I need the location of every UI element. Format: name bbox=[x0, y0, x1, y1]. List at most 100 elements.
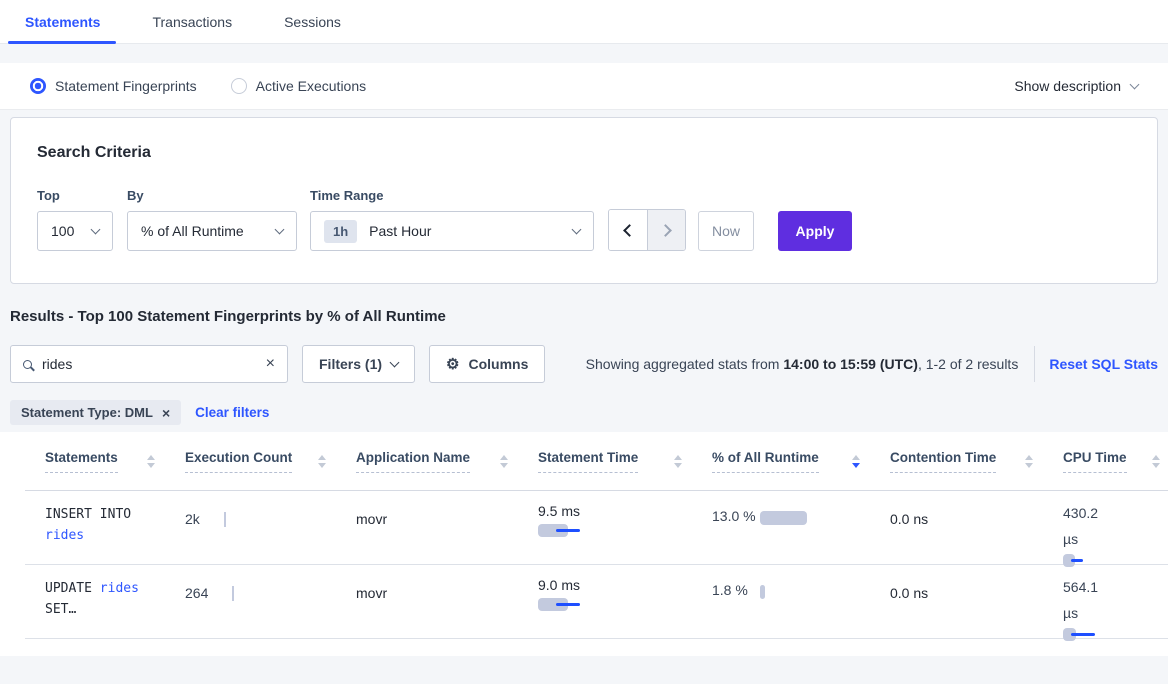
radio-selected-icon bbox=[30, 78, 46, 94]
cpu-time-bar bbox=[1063, 554, 1168, 568]
radio-active-executions[interactable]: Active Executions bbox=[231, 78, 367, 94]
vertical-divider bbox=[1034, 346, 1035, 382]
by-label: By bbox=[127, 188, 297, 203]
remove-filter-icon[interactable]: × bbox=[162, 406, 170, 420]
statement-time-bar bbox=[538, 524, 702, 538]
table-header-row: Statements Execution Count Application N… bbox=[25, 432, 1168, 491]
radio-unselected-icon bbox=[231, 78, 247, 94]
sort-toggle[interactable] bbox=[500, 455, 508, 468]
filters-button-label: Filters (1) bbox=[319, 356, 382, 372]
results-controls-row: × Filters (1) ⚙ Columns Showing aggregat… bbox=[10, 345, 1158, 383]
stats-time-range: 14:00 to 15:59 (UTC) bbox=[783, 356, 918, 372]
cpu-time-cell: 564.1 µs bbox=[1063, 565, 1168, 642]
statement-link[interactable]: rides bbox=[45, 528, 84, 543]
columns-button[interactable]: ⚙ Columns bbox=[429, 345, 545, 383]
sort-toggle[interactable] bbox=[1152, 455, 1160, 468]
column-header-pct-of-all-runtime[interactable]: % of All Runtime bbox=[712, 432, 890, 490]
filters-button[interactable]: Filters (1) bbox=[302, 345, 415, 383]
application-name-cell: movr bbox=[356, 565, 538, 642]
now-button[interactable]: Now bbox=[698, 211, 754, 251]
search-criteria-title: Search Criteria bbox=[37, 144, 1131, 162]
time-range-field: Time Range 1h Past Hour bbox=[297, 188, 594, 251]
tab-transactions[interactable]: Transactions bbox=[152, 14, 232, 30]
reset-sql-stats-link[interactable]: Reset SQL Stats bbox=[1049, 356, 1158, 372]
clear-search-icon[interactable]: × bbox=[266, 356, 275, 372]
chevron-down-icon bbox=[1130, 79, 1140, 89]
contention-time-cell: 0.0 ns bbox=[890, 565, 1063, 642]
column-header-cpu-time[interactable]: CPU Time bbox=[1063, 432, 1168, 490]
time-range-value: Past Hour bbox=[369, 223, 431, 239]
top-select[interactable]: 100 bbox=[37, 211, 113, 251]
execution-count-cell: 264 bbox=[185, 565, 356, 642]
show-description-label: Show description bbox=[1014, 78, 1121, 94]
statement-time-cell: 9.5 ms bbox=[538, 491, 712, 568]
chevron-down-icon bbox=[275, 224, 285, 234]
statements-table: Statements Execution Count Application N… bbox=[0, 432, 1168, 656]
previous-time-button[interactable] bbox=[609, 210, 647, 250]
pct-runtime-bar bbox=[760, 585, 765, 599]
pct-runtime-cell: 1.8 % bbox=[712, 565, 890, 642]
active-tab-underline bbox=[8, 41, 116, 44]
search-input[interactable] bbox=[42, 356, 266, 372]
sort-toggle[interactable] bbox=[318, 455, 326, 468]
sort-toggle[interactable] bbox=[674, 455, 682, 468]
column-header-statement-time[interactable]: Statement Time bbox=[538, 432, 712, 490]
pct-runtime-cell: 13.0 % bbox=[712, 491, 890, 568]
time-nav-group bbox=[608, 209, 686, 251]
column-header-contention-time[interactable]: Contention Time bbox=[890, 432, 1063, 490]
filter-chip-row: Statement Type: DML × Clear filters bbox=[10, 400, 1158, 425]
pct-runtime-bar bbox=[760, 511, 807, 525]
statement-fingerprint-cell[interactable]: UPDATE rides SET… bbox=[45, 565, 167, 642]
count-bar bbox=[232, 586, 234, 601]
statement-time-cell: 9.0 ms bbox=[538, 565, 712, 642]
tab-sessions[interactable]: Sessions bbox=[284, 14, 341, 30]
count-bar bbox=[224, 512, 226, 527]
column-header-application-name[interactable]: Application Name bbox=[356, 432, 538, 490]
sql-activity-tabbar: Statements Transactions Sessions bbox=[0, 0, 1168, 44]
column-header-statements[interactable]: Statements bbox=[45, 432, 185, 490]
aggregated-stats-text: Showing aggregated stats from 14:00 to 1… bbox=[586, 356, 1019, 372]
time-range-select[interactable]: 1h Past Hour bbox=[310, 211, 594, 251]
chevron-right-icon bbox=[659, 224, 672, 237]
filter-chip-statement-type[interactable]: Statement Type: DML × bbox=[10, 400, 181, 425]
top-field: Top 100 bbox=[37, 188, 113, 251]
sort-toggle[interactable] bbox=[147, 455, 155, 468]
time-range-badge: 1h bbox=[324, 220, 357, 243]
view-toggle-bar: Statement Fingerprints Active Executions… bbox=[0, 63, 1168, 109]
show-description-toggle[interactable]: Show description bbox=[1014, 78, 1138, 94]
clear-filters-link[interactable]: Clear filters bbox=[195, 405, 269, 420]
top-select-value: 100 bbox=[51, 223, 74, 239]
apply-button[interactable]: Apply bbox=[778, 211, 852, 251]
execution-count-cell: 2k bbox=[185, 491, 356, 568]
time-range-label: Time Range bbox=[310, 188, 594, 203]
statement-link[interactable]: rides bbox=[100, 581, 139, 596]
filter-chip-label: Statement Type: DML bbox=[21, 405, 153, 420]
radio-label: Statement Fingerprints bbox=[55, 78, 197, 94]
by-select[interactable]: % of All Runtime bbox=[127, 211, 297, 251]
statement-search-box[interactable]: × bbox=[10, 345, 288, 383]
cpu-time-cell: 430.2 µs bbox=[1063, 491, 1168, 568]
application-name-cell: movr bbox=[356, 491, 538, 568]
table-row: INSERT INTO rides 2k movr 9.5 ms 13.0 % … bbox=[25, 491, 1168, 565]
column-header-execution-count[interactable]: Execution Count bbox=[185, 432, 356, 490]
results-heading: Results - Top 100 Statement Fingerprints… bbox=[10, 308, 1158, 325]
sort-toggle[interactable] bbox=[1025, 455, 1033, 468]
chevron-down-icon bbox=[91, 224, 101, 234]
top-label: Top bbox=[37, 188, 113, 203]
table-row: UPDATE rides SET… 264 movr 9.0 ms 1.8 % … bbox=[25, 565, 1168, 639]
tab-statements[interactable]: Statements bbox=[25, 14, 100, 30]
statement-time-bar bbox=[538, 598, 702, 612]
columns-button-label: Columns bbox=[468, 356, 528, 372]
contention-time-cell: 0.0 ns bbox=[890, 491, 1063, 568]
chevron-left-icon bbox=[623, 224, 636, 237]
chevron-down-icon bbox=[390, 357, 400, 367]
by-select-value: % of All Runtime bbox=[141, 223, 244, 239]
radio-statement-fingerprints[interactable]: Statement Fingerprints bbox=[30, 78, 197, 94]
search-icon bbox=[23, 360, 32, 369]
next-time-button[interactable] bbox=[647, 210, 685, 250]
statement-fingerprint-cell[interactable]: INSERT INTO rides bbox=[45, 491, 167, 568]
cpu-time-bar bbox=[1063, 628, 1168, 642]
search-criteria-card: Search Criteria Top 100 By % of All Runt… bbox=[10, 117, 1158, 284]
chevron-down-icon bbox=[572, 224, 582, 234]
sort-toggle-active-desc[interactable] bbox=[852, 455, 860, 468]
